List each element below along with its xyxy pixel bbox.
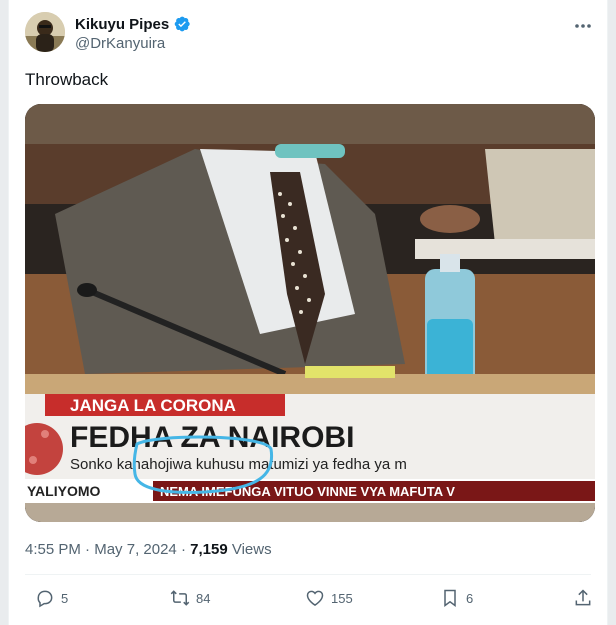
banner-label: JANGA LA CORONA xyxy=(70,396,236,415)
tweet-header: Kikuyu Pipes @DrKanyuira xyxy=(25,12,595,56)
tweet-text: Throwback xyxy=(25,70,109,89)
reply-button[interactable]: 5 xyxy=(35,588,68,608)
divider xyxy=(25,574,591,575)
more-dots-icon xyxy=(575,24,591,28)
subline-text: Sonko kanahojiwa kuhusu matumizi ya fedh… xyxy=(70,456,407,473)
bookmark-count: 6 xyxy=(466,590,474,606)
heart-icon xyxy=(306,590,324,606)
more-options-button[interactable] xyxy=(571,16,595,36)
share-icon xyxy=(575,589,591,606)
author-display-name[interactable]: Kikuyu Pipes xyxy=(75,16,169,33)
tweet-time[interactable]: 4:55 PM xyxy=(25,541,81,558)
like-count: 155 xyxy=(331,590,353,606)
tweet-card: Kikuyu Pipes @DrKanyuira Throwback JANGA… xyxy=(8,0,608,625)
share-button[interactable] xyxy=(573,588,593,608)
bookmark-button[interactable]: 6 xyxy=(440,588,473,608)
action-bar: 5 84 155 6 xyxy=(25,582,591,618)
like-button[interactable]: 155 xyxy=(305,588,353,608)
reply-icon xyxy=(37,590,53,608)
meta-separator: · xyxy=(180,541,186,558)
views-label: Views xyxy=(231,541,272,558)
avatar-image xyxy=(25,12,65,52)
tweet-date[interactable]: May 7, 2024 xyxy=(94,541,177,558)
meta-separator: · xyxy=(85,541,91,558)
ticker-left: YALIYOMO xyxy=(27,483,100,499)
author-handle[interactable]: @DrKanyuira xyxy=(75,35,191,52)
reply-count: 5 xyxy=(61,590,69,606)
retweet-icon xyxy=(170,590,190,606)
tweet-media-image[interactable]: JANGA LA CORONA FEDHA ZA NAIROBI Sonko k… xyxy=(25,104,595,522)
verified-badge-icon xyxy=(173,15,191,33)
tweet-meta: 4:55 PM · May 7, 2024 · 7,159 Views xyxy=(25,541,272,558)
bookmark-icon xyxy=(444,589,456,607)
retweet-button[interactable]: 84 xyxy=(170,588,210,608)
avatar[interactable] xyxy=(25,12,65,52)
views-count: 7,159 xyxy=(190,541,228,558)
author-info: Kikuyu Pipes @DrKanyuira xyxy=(75,14,191,52)
retweet-count: 84 xyxy=(196,590,211,606)
